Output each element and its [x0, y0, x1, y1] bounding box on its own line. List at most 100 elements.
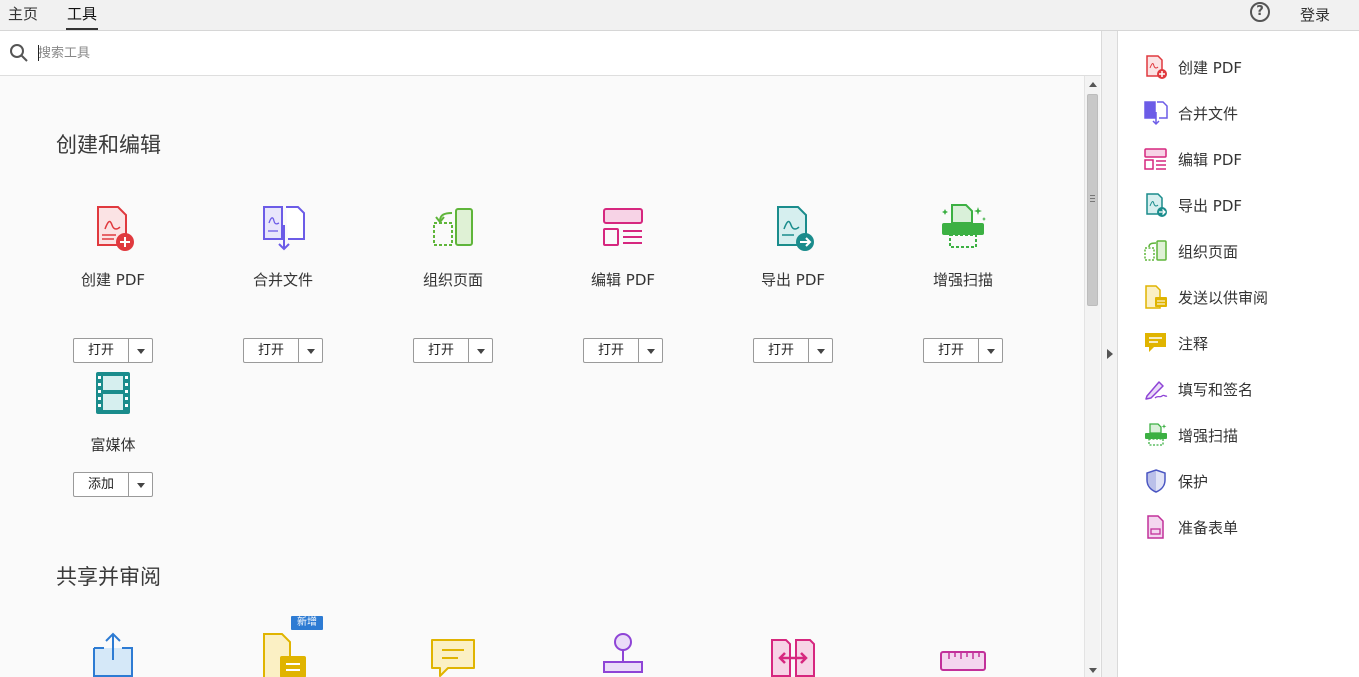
panel-item-label: 组织页面: [1178, 243, 1239, 261]
tool-label: 增强扫描: [932, 271, 993, 289]
open-button[interactable]: 打开: [414, 339, 469, 362]
chevron-down-icon[interactable]: [470, 339, 492, 362]
create-pdf-icon: [97, 206, 134, 251]
search-bar: [0, 31, 1101, 76]
open-button[interactable]: 打开: [924, 339, 979, 362]
tab-home[interactable]: 主页: [8, 3, 38, 24]
panel-item-label: 保护: [1178, 473, 1209, 491]
search-icon: [10, 44, 28, 62]
top-tab-bar: 主页 工具 ? 登录: [0, 0, 1359, 31]
panel-item-label: 增强扫描: [1178, 427, 1239, 445]
tool-create-pdf[interactable]: 创建 PDF: [53, 203, 173, 290]
search-input[interactable]: [38, 43, 438, 63]
panel-item-create-pdf[interactable]: 创建 PDF: [1143, 53, 1353, 81]
open-button[interactable]: 打开: [754, 339, 809, 362]
open-button-create-pdf[interactable]: 打开: [73, 338, 153, 363]
panel-item-label: 填写和签名: [1178, 381, 1254, 399]
send-for-review-icon: [1145, 285, 1167, 309]
comment-icon: [1145, 333, 1166, 352]
section-title-share-review: 共享并审阅: [56, 565, 161, 589]
open-button-enhance-scan[interactable]: 打开: [923, 338, 1003, 363]
active-tab-indicator: [66, 28, 99, 30]
right-tools-panel: 创建 PDF 合并文件 编辑 PDF 导出 PDF 组织页面 发送以供审阅 注释…: [1119, 31, 1359, 677]
panel-item-send-for-review[interactable]: 发送以供审阅: [1143, 283, 1353, 311]
compare-icon[interactable]: [768, 636, 818, 677]
panel-item-label: 注释: [1178, 335, 1209, 353]
tool-label: 组织页面: [422, 271, 483, 289]
chevron-down-icon[interactable]: [130, 339, 152, 362]
open-button-edit-pdf[interactable]: 打开: [583, 338, 663, 363]
chevron-down-icon[interactable]: [640, 339, 662, 362]
organize-pages-icon: [433, 208, 473, 246]
prepare-form-icon: [1147, 515, 1164, 539]
chevron-down-icon[interactable]: [980, 339, 1002, 362]
tab-tools-label: 工具: [67, 5, 98, 23]
chevron-down-icon[interactable]: [300, 339, 322, 362]
measure-icon[interactable]: [938, 644, 988, 677]
tool-edit-pdf[interactable]: 编辑 PDF: [563, 203, 683, 290]
combine-files-icon: [1144, 101, 1168, 126]
tool-rich-media[interactable]: 富媒体: [53, 368, 173, 455]
open-button[interactable]: 打开: [584, 339, 639, 362]
open-button-organize-pages[interactable]: 打开: [413, 338, 493, 363]
panel-collapse-handle[interactable]: [1101, 31, 1118, 677]
edit-pdf-icon: [603, 208, 643, 246]
panel-item-label: 合并文件: [1178, 105, 1239, 123]
chevron-right-icon[interactable]: [1107, 349, 1113, 359]
chevron-down-icon[interactable]: [810, 339, 832, 362]
vertical-scrollbar[interactable]: [1084, 76, 1100, 677]
tool-export-pdf[interactable]: 导出 PDF: [733, 203, 853, 290]
add-button-rich-media[interactable]: 添加: [73, 472, 153, 497]
tool-label: 创建 PDF: [81, 271, 145, 289]
fill-sign-icon: [1145, 381, 1168, 400]
tool-label: 富媒体: [90, 436, 136, 454]
open-button-combine-files[interactable]: 打开: [243, 338, 323, 363]
organize-pages-icon: [1144, 240, 1167, 261]
open-button-export-pdf[interactable]: 打开: [753, 338, 833, 363]
scroll-down-arrow[interactable]: [1089, 668, 1097, 673]
panel-item-fill-sign[interactable]: 填写和签名: [1143, 375, 1353, 403]
panel-item-label: 准备表单: [1178, 519, 1239, 537]
panel-item-comment[interactable]: 注释: [1143, 329, 1353, 357]
stamp-icon[interactable]: [598, 632, 648, 677]
chevron-down-icon[interactable]: [130, 473, 152, 496]
share-icon[interactable]: [88, 630, 138, 677]
scroll-up-arrow[interactable]: [1089, 82, 1097, 87]
panel-item-edit-pdf[interactable]: 编辑 PDF: [1143, 145, 1353, 173]
tool-organize-pages[interactable]: 组织页面: [393, 203, 513, 290]
open-button[interactable]: 打开: [74, 339, 129, 362]
tool-label: 合并文件: [252, 271, 313, 289]
enhance-scan-icon: [1145, 423, 1167, 446]
open-button[interactable]: 打开: [244, 339, 299, 362]
panel-item-protect[interactable]: 保护: [1143, 467, 1353, 495]
combine-files-icon: [263, 206, 305, 251]
help-icon[interactable]: ?: [1250, 2, 1270, 22]
add-button[interactable]: 添加: [74, 473, 129, 496]
tool-label: 导出 PDF: [761, 271, 825, 289]
rich-media-icon: [96, 372, 130, 414]
tool-label: 编辑 PDF: [591, 271, 655, 289]
login-button[interactable]: 登录: [1300, 4, 1330, 25]
send-for-review-icon[interactable]: [258, 630, 308, 677]
tools-center: 创建和编辑 创建 PDF 打开 合并文件 打开: [0, 31, 1101, 677]
panel-item-label: 发送以供审阅: [1178, 289, 1269, 307]
panel-item-label: 导出 PDF: [1178, 197, 1242, 215]
panel-item-export-pdf[interactable]: 导出 PDF: [1143, 191, 1353, 219]
panel-item-combine-files[interactable]: 合并文件: [1143, 99, 1353, 127]
export-pdf-icon: [777, 206, 814, 251]
panel-item-enhance-scan[interactable]: 增强扫描: [1143, 421, 1353, 449]
edit-pdf-icon: [1144, 148, 1167, 170]
grip-icon: [1090, 195, 1095, 202]
new-badge: 新增: [291, 616, 323, 630]
section-title-create-edit: 创建和编辑: [56, 133, 161, 157]
tool-combine-files[interactable]: 合并文件: [223, 203, 343, 290]
panel-item-prepare-form[interactable]: 准备表单: [1143, 513, 1353, 541]
protect-icon: [1146, 469, 1166, 493]
create-pdf-icon: [1146, 55, 1167, 79]
enhance-scan-icon: [942, 204, 986, 248]
scrollbar-thumb[interactable]: [1087, 94, 1098, 306]
tool-enhance-scan[interactable]: 增强扫描: [903, 203, 1023, 290]
comment-icon[interactable]: [428, 634, 478, 677]
panel-item-organize-pages[interactable]: 组织页面: [1143, 237, 1353, 265]
tab-tools[interactable]: 工具: [66, 3, 99, 30]
